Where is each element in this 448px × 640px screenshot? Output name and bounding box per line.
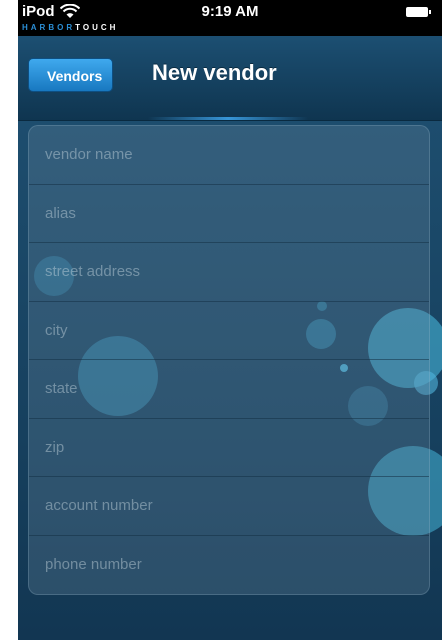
street-address-input[interactable]: [43, 262, 429, 282]
device-screen: iPod 9:19 AM HARBORTOUCH Vendors New ven…: [18, 0, 442, 640]
navigation-bar: Vendors New vendor: [18, 36, 442, 121]
battery-icon: [406, 7, 431, 17]
phone-number-row: [29, 536, 429, 595]
vendor-name-input[interactable]: [43, 145, 429, 165]
vendor-name-row: [29, 126, 429, 185]
alias-row: [29, 185, 429, 243]
status-time: 9:19 AM: [201, 3, 259, 20]
brand-part-a: HARBOR: [22, 23, 76, 32]
state-row: [29, 360, 429, 419]
alias-input[interactable]: [43, 203, 429, 223]
back-button[interactable]: Vendors: [28, 58, 114, 92]
phone-number-input[interactable]: [43, 555, 429, 575]
zip-row: [29, 419, 429, 477]
status-bar: iPod 9:19 AM HARBORTOUCH: [18, 0, 442, 36]
vendor-form: [28, 125, 430, 595]
brand-part-b: TOUCH: [75, 23, 119, 32]
zip-input[interactable]: [43, 437, 429, 457]
street-address-row: [29, 243, 429, 302]
account-number-input[interactable]: [43, 496, 429, 516]
back-button-label: Vendors: [47, 68, 103, 84]
city-input[interactable]: [43, 320, 429, 340]
page-title: New vendor: [152, 60, 277, 85]
state-input[interactable]: [43, 379, 429, 399]
city-row: [29, 302, 429, 360]
brand-logo: HARBORTOUCH: [22, 23, 118, 32]
account-number-row: [29, 477, 429, 536]
content-area: [18, 121, 442, 640]
